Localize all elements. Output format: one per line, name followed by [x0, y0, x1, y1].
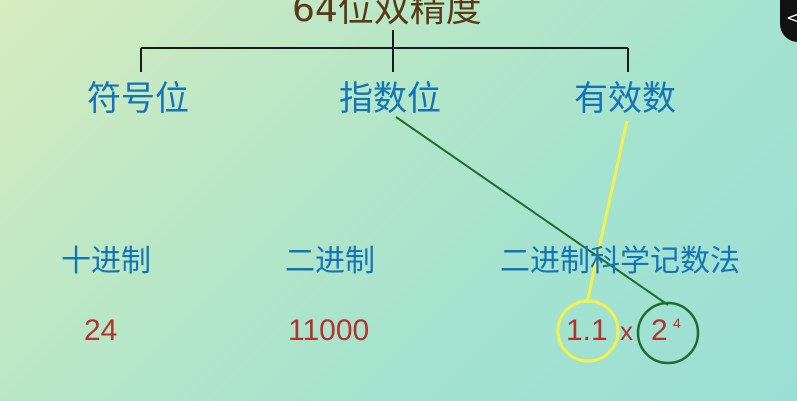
sign-bit-label: 符号位 — [87, 79, 189, 119]
mantissa-label: 有效数 — [574, 79, 676, 119]
exponent-highlight-circle — [636, 301, 700, 365]
exponent-bits-label: 指数位 — [339, 79, 441, 119]
diagram-lines — [140, 30, 700, 365]
bracket-tree — [140, 30, 629, 72]
base-value: 2 — [651, 314, 668, 347]
chevron-left-icon: < — [786, 8, 797, 27]
mantissa-value: 1.1 — [566, 314, 608, 347]
binary-scientific-notation-label: 二进制科学记数法 — [500, 244, 740, 279]
multiply-sign: x — [620, 316, 633, 346]
exponent-value: 4 — [673, 315, 681, 331]
page-title: 64位双精度 — [292, 0, 482, 30]
decimal-label: 十进制 — [61, 244, 151, 279]
binary-value: 11000 — [288, 314, 370, 347]
decimal-value: 24 — [84, 314, 118, 347]
binary-label: 二进制 — [285, 244, 375, 279]
slide: 64位双精度 符号位 指数位 有效数 十进制 二进制 二进制科学记数法 24 1… — [0, 0, 797, 401]
